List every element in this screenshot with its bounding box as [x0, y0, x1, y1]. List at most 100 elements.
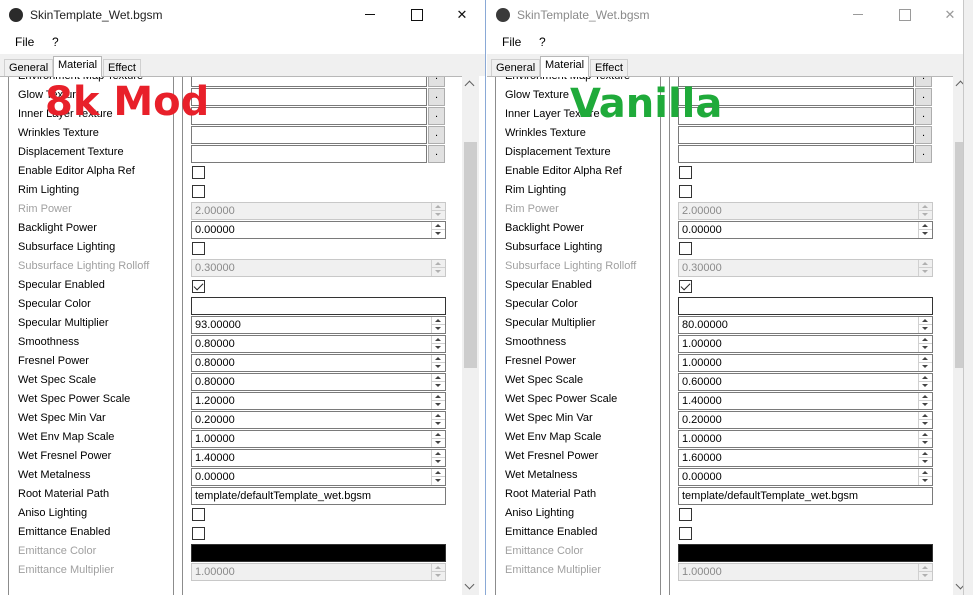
spin-up-icon[interactable]: [432, 469, 445, 477]
number-stepper[interactable]: 0.80000: [191, 354, 446, 372]
menu-help[interactable]: ?: [52, 35, 59, 49]
checkbox[interactable]: [192, 527, 205, 540]
texture-path-input[interactable]: [191, 126, 427, 144]
checkbox[interactable]: [679, 527, 692, 540]
browse-button[interactable]: .: [915, 107, 932, 125]
spin-up-icon[interactable]: [919, 431, 932, 439]
spin-up-icon[interactable]: [919, 374, 932, 382]
tab-general[interactable]: General: [4, 59, 54, 76]
browse-button[interactable]: .: [915, 88, 932, 106]
spin-down-icon[interactable]: [919, 325, 932, 333]
minimize-icon[interactable]: [835, 0, 881, 30]
spin-up-icon[interactable]: [919, 469, 932, 477]
menu-help[interactable]: ?: [539, 35, 546, 49]
spin-down-icon[interactable]: [432, 325, 445, 333]
number-stepper[interactable]: 0.80000: [191, 335, 446, 353]
spin-down-icon[interactable]: [432, 401, 445, 409]
scroll-down-icon[interactable]: [462, 578, 479, 595]
texture-path-input[interactable]: [191, 88, 427, 106]
root-material-path-input[interactable]: template/defaultTemplate_wet.bgsm: [678, 487, 933, 505]
checkbox[interactable]: [192, 280, 205, 293]
checkbox[interactable]: [192, 508, 205, 521]
maximize-icon[interactable]: [881, 0, 927, 30]
browse-button[interactable]: .: [915, 77, 932, 87]
spin-down-icon[interactable]: [432, 420, 445, 428]
tab-effect[interactable]: Effect: [590, 59, 628, 76]
maximize-icon[interactable]: [393, 0, 439, 30]
spin-down-icon[interactable]: [919, 401, 932, 409]
checkbox[interactable]: [679, 185, 692, 198]
spin-up-icon[interactable]: [919, 412, 932, 420]
spin-up-icon[interactable]: [919, 355, 932, 363]
spin-up-icon[interactable]: [432, 393, 445, 401]
tab-material[interactable]: Material: [53, 56, 103, 77]
spin-up-icon[interactable]: [432, 317, 445, 325]
spin-down-icon[interactable]: [432, 230, 445, 238]
browse-button[interactable]: .: [428, 126, 445, 144]
spin-down-icon[interactable]: [432, 344, 445, 352]
checkbox[interactable]: [679, 280, 692, 293]
spin-up-icon[interactable]: [432, 431, 445, 439]
scroll-up-icon[interactable]: [462, 76, 479, 93]
number-stepper[interactable]: 0.00000: [678, 221, 933, 239]
number-stepper[interactable]: 0.60000: [678, 373, 933, 391]
tab-material[interactable]: Material: [540, 56, 590, 77]
title-bar[interactable]: SkinTemplate_Wet.bgsm ✕: [487, 0, 973, 30]
texture-path-input[interactable]: [191, 77, 427, 87]
spin-up-icon[interactable]: [919, 450, 932, 458]
texture-path-input[interactable]: [678, 88, 914, 106]
spin-up-icon[interactable]: [432, 355, 445, 363]
number-stepper[interactable]: 0.80000: [191, 373, 446, 391]
number-stepper[interactable]: 1.40000: [678, 392, 933, 410]
spin-down-icon[interactable]: [919, 477, 932, 485]
color-swatch[interactable]: [678, 297, 933, 315]
spin-down-icon[interactable]: [919, 382, 932, 390]
title-bar[interactable]: SkinTemplate_Wet.bgsm ✕: [0, 0, 485, 30]
spin-down-icon[interactable]: [919, 458, 932, 466]
close-icon[interactable]: ✕: [439, 0, 485, 30]
spin-up-icon[interactable]: [432, 450, 445, 458]
texture-path-input[interactable]: [191, 107, 427, 125]
number-stepper[interactable]: 1.20000: [191, 392, 446, 410]
texture-path-input[interactable]: [191, 145, 427, 163]
spin-down-icon[interactable]: [432, 363, 445, 371]
spin-down-icon[interactable]: [432, 382, 445, 390]
texture-path-input[interactable]: [678, 77, 914, 87]
checkbox[interactable]: [679, 242, 692, 255]
number-stepper[interactable]: 0.20000: [678, 411, 933, 429]
minimize-icon[interactable]: [347, 0, 393, 30]
spin-up-icon[interactable]: [919, 393, 932, 401]
spin-up-icon[interactable]: [432, 412, 445, 420]
number-stepper[interactable]: 93.00000: [191, 316, 446, 334]
number-stepper[interactable]: 0.00000: [191, 221, 446, 239]
spin-down-icon[interactable]: [919, 363, 932, 371]
number-stepper[interactable]: 1.00000: [678, 335, 933, 353]
spin-up-icon[interactable]: [919, 317, 932, 325]
tab-general[interactable]: General: [491, 59, 541, 76]
number-stepper[interactable]: 1.40000: [191, 449, 446, 467]
scroll-thumb[interactable]: [464, 142, 477, 368]
number-stepper[interactable]: 1.00000: [678, 354, 933, 372]
browse-button[interactable]: .: [915, 126, 932, 144]
spin-down-icon[interactable]: [432, 439, 445, 447]
tab-effect[interactable]: Effect: [103, 59, 141, 76]
browse-button[interactable]: .: [428, 88, 445, 106]
spin-up-icon[interactable]: [432, 374, 445, 382]
spin-down-icon[interactable]: [919, 420, 932, 428]
number-stepper[interactable]: 1.00000: [678, 430, 933, 448]
root-material-path-input[interactable]: template/defaultTemplate_wet.bgsm: [191, 487, 446, 505]
checkbox[interactable]: [192, 166, 205, 179]
spin-down-icon[interactable]: [432, 477, 445, 485]
browse-button[interactable]: .: [428, 145, 445, 163]
spin-down-icon[interactable]: [919, 344, 932, 352]
browse-button[interactable]: .: [915, 145, 932, 163]
number-stepper[interactable]: 0.20000: [191, 411, 446, 429]
texture-path-input[interactable]: [678, 145, 914, 163]
spin-up-icon[interactable]: [919, 222, 932, 230]
number-stepper[interactable]: 1.60000: [678, 449, 933, 467]
spin-down-icon[interactable]: [919, 230, 932, 238]
checkbox[interactable]: [679, 508, 692, 521]
menu-file[interactable]: File: [502, 35, 521, 49]
spin-up-icon[interactable]: [432, 336, 445, 344]
number-stepper[interactable]: 0.00000: [191, 468, 446, 486]
